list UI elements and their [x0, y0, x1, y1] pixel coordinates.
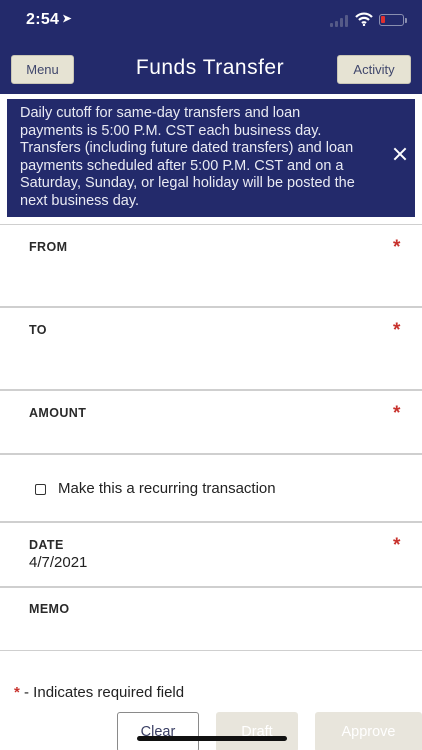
recurring-option[interactable]: Make this a recurring transaction	[0, 454, 422, 522]
wifi-icon	[355, 12, 373, 26]
draft-button[interactable]: Draft	[216, 712, 298, 750]
memo-field[interactable]: MEMO	[0, 587, 422, 651]
recurring-checkbox[interactable]	[35, 484, 46, 495]
status-time-text: 2:54	[26, 11, 60, 28]
required-note-text: - Indicates required field	[24, 684, 185, 701]
battery-icon	[379, 14, 404, 26]
amount-field[interactable]: AMOUNT *	[0, 390, 422, 454]
memo-label: MEMO	[29, 602, 70, 616]
status-time: 2:54 ➤	[26, 11, 72, 29]
required-field-note: * - Indicates required field	[14, 684, 184, 701]
clear-button[interactable]: Clear	[117, 712, 199, 750]
menu-button[interactable]: Menu	[11, 55, 74, 84]
app-header: 2:54 ➤ Menu Funds Transfer Activity	[0, 0, 422, 94]
cellular-signal-icon	[330, 15, 350, 27]
date-field[interactable]: DATE 4/7/2021 *	[0, 522, 422, 587]
date-label: DATE	[29, 538, 64, 552]
home-indicator	[137, 736, 287, 741]
required-asterisk: *	[393, 237, 401, 258]
location-arrow-icon: ➤	[62, 13, 72, 25]
battery-tip	[405, 18, 407, 23]
to-label: TO	[29, 323, 47, 337]
amount-label: AMOUNT	[29, 406, 87, 420]
required-asterisk: *	[14, 684, 20, 701]
close-icon[interactable]	[393, 147, 407, 161]
from-label: FROM	[29, 240, 68, 254]
activity-button[interactable]: Activity	[337, 55, 411, 84]
required-asterisk: *	[393, 320, 401, 341]
to-field[interactable]: TO *	[0, 307, 422, 390]
required-asterisk: *	[393, 403, 401, 424]
date-value: 4/7/2021	[29, 554, 88, 571]
approve-button[interactable]: Approve	[315, 712, 422, 750]
status-bar: 2:54 ➤	[0, 0, 422, 44]
banner-text: Daily cutoff for same-day transfers and …	[20, 105, 355, 209]
required-asterisk: *	[393, 535, 401, 556]
page-title: Funds Transfer	[135, 56, 285, 79]
from-field[interactable]: FROM *	[0, 224, 422, 307]
recurring-label: Make this a recurring transaction	[58, 480, 276, 497]
cutoff-notice-banner: Daily cutoff for same-day transfers and …	[7, 99, 415, 217]
